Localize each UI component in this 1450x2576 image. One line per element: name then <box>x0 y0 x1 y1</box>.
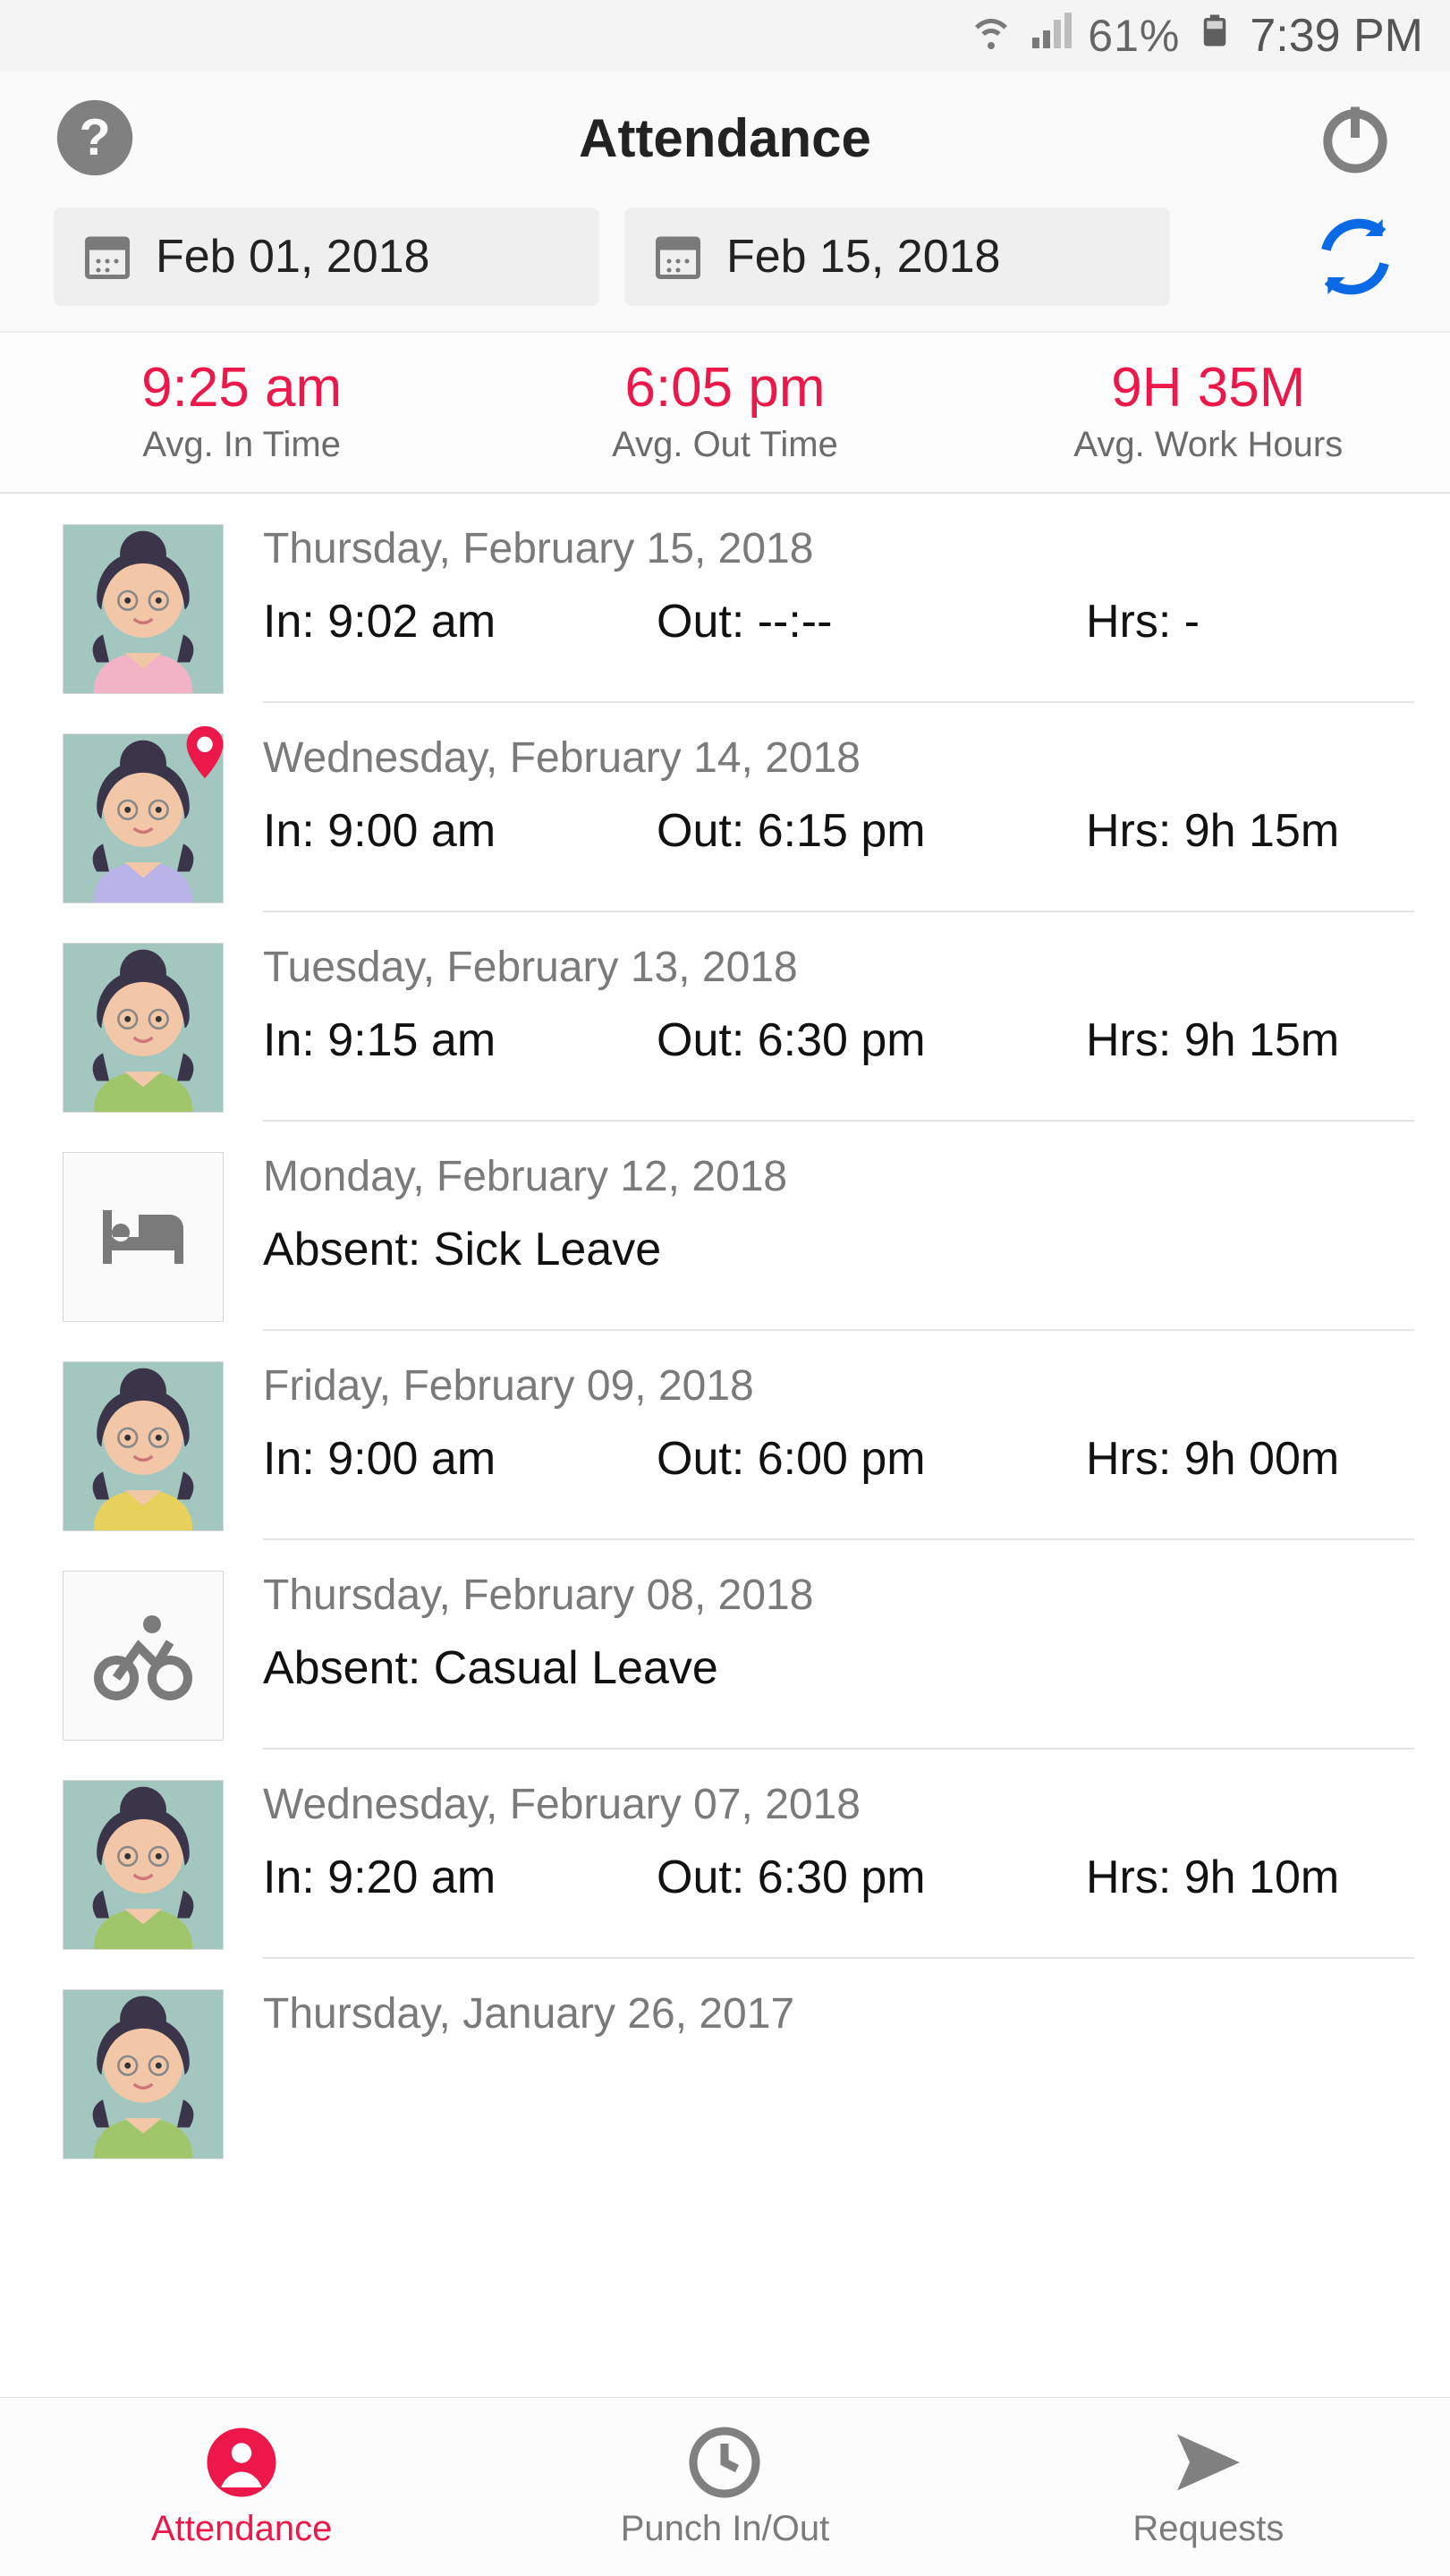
calendar-icon <box>651 230 705 284</box>
row-out: Out: 6:30 pm <box>657 1013 1086 1067</box>
row-in: In: 9:20 am <box>263 1851 657 1904</box>
row-absent: Absent: Casual Leave <box>263 1641 1414 1695</box>
row-date: Wednesday, February 07, 2018 <box>263 1780 1414 1829</box>
stat-value: 6:05 pm <box>492 356 957 419</box>
app-header: ? Attendance Feb 01, 2018 Feb 15, 2018 <box>0 72 1450 332</box>
attendance-row[interactable]: Thursday, February 15, 2018 In: 9:02 am … <box>0 494 1450 703</box>
attendance-row[interactable]: Monday, February 12, 2018 Absent: Sick L… <box>0 1122 1450 1331</box>
send-icon <box>1171 2425 1246 2500</box>
stat-avg-hours: 9H 35M Avg. Work Hours <box>967 333 1450 492</box>
row-hrs: Hrs: - <box>1086 595 1200 648</box>
person-icon <box>204 2425 279 2500</box>
avatar <box>63 943 224 1113</box>
battery-text: 61% <box>1088 10 1180 62</box>
stat-avg-out: 6:05 pm Avg. Out Time <box>483 333 966 492</box>
row-out: Out: 6:00 pm <box>657 1432 1086 1486</box>
stat-label: Avg. Out Time <box>492 425 957 465</box>
wifi-icon <box>970 9 1013 63</box>
date-range-row: Feb 01, 2018 Feb 15, 2018 <box>0 197 1450 331</box>
row-hrs: Hrs: 9h 15m <box>1086 1013 1339 1067</box>
page-title: Attendance <box>136 107 1314 169</box>
stat-label: Avg. Work Hours <box>976 425 1441 465</box>
row-out: Out: 6:15 pm <box>657 804 1086 858</box>
logout-button[interactable] <box>1314 97 1396 179</box>
row-date: Tuesday, February 13, 2018 <box>263 943 1414 992</box>
date-to-label: Feb 15, 2018 <box>726 230 1000 284</box>
stat-label: Avg. In Time <box>9 425 474 465</box>
signal-icon <box>1029 9 1072 63</box>
tab-label: Punch In/Out <box>621 2509 829 2549</box>
row-hrs: Hrs: 9h 00m <box>1086 1432 1339 1486</box>
row-absent: Absent: Sick Leave <box>263 1223 1414 1276</box>
row-date: Thursday, January 26, 2017 <box>263 1989 1414 2038</box>
attendance-list[interactable]: Thursday, February 15, 2018 In: 9:02 am … <box>0 494 1450 2571</box>
help-button[interactable]: ? <box>54 97 136 179</box>
tab-punch[interactable]: Punch In/Out <box>483 2398 966 2576</box>
stats-row: 9:25 am Avg. In Time 6:05 pm Avg. Out Ti… <box>0 332 1450 494</box>
row-in: In: 9:02 am <box>263 595 657 648</box>
row-in: In: 9:15 am <box>263 1013 657 1067</box>
row-out: Out: --:-- <box>657 595 1086 648</box>
avatar <box>63 1361 224 1531</box>
tab-requests[interactable]: Requests <box>967 2398 1450 2576</box>
battery-icon <box>1196 5 1234 66</box>
row-in: In: 9:00 am <box>263 804 657 858</box>
date-to-picker[interactable]: Feb 15, 2018 <box>624 208 1170 306</box>
svg-text:?: ? <box>79 109 110 166</box>
location-pin-icon <box>174 721 236 784</box>
help-icon: ? <box>54 97 136 179</box>
row-hrs: Hrs: 9h 15m <box>1086 804 1339 858</box>
row-date: Wednesday, February 14, 2018 <box>263 733 1414 783</box>
row-hrs: Hrs: 9h 10m <box>1086 1851 1339 1904</box>
tab-label: Requests <box>1132 2509 1284 2549</box>
attendance-row[interactable]: Tuesday, February 13, 2018 In: 9:15 am O… <box>0 912 1450 1122</box>
avatar <box>63 524 224 694</box>
power-icon <box>1314 97 1396 179</box>
attendance-row[interactable]: Wednesday, February 14, 2018 In: 9:00 am… <box>0 703 1450 912</box>
row-date: Thursday, February 08, 2018 <box>263 1571 1414 1620</box>
attendance-row[interactable]: Friday, February 09, 2018 In: 9:00 am Ou… <box>0 1331 1450 1540</box>
row-date: Thursday, February 15, 2018 <box>263 524 1414 573</box>
android-status-bar: 61% 7:39 PM <box>0 0 1450 72</box>
attendance-row[interactable]: Thursday, February 08, 2018 Absent: Casu… <box>0 1540 1450 1750</box>
bottom-tabs: Attendance Punch In/Out Requests <box>0 2397 1450 2576</box>
date-from-label: Feb 01, 2018 <box>156 230 429 284</box>
tab-attendance[interactable]: Attendance <box>0 2398 483 2576</box>
attendance-row[interactable]: Wednesday, February 07, 2018 In: 9:20 am… <box>0 1750 1450 1959</box>
bed-icon <box>63 1152 224 1322</box>
refresh-icon <box>1314 216 1396 298</box>
bike-icon <box>63 1571 224 1741</box>
row-date: Monday, February 12, 2018 <box>263 1152 1414 1201</box>
date-from-picker[interactable]: Feb 01, 2018 <box>54 208 599 306</box>
row-in: In: 9:00 am <box>263 1432 657 1486</box>
avatar <box>63 1780 224 1950</box>
calendar-icon <box>81 230 134 284</box>
stat-value: 9H 35M <box>976 356 1441 419</box>
avatar <box>63 1989 224 2159</box>
tab-label: Attendance <box>151 2509 332 2549</box>
stat-avg-in: 9:25 am Avg. In Time <box>0 333 483 492</box>
refresh-button[interactable] <box>1314 216 1396 298</box>
clock-text: 7:39 PM <box>1250 9 1423 63</box>
row-date: Friday, February 09, 2018 <box>263 1361 1414 1411</box>
stat-value: 9:25 am <box>9 356 474 419</box>
row-out: Out: 6:30 pm <box>657 1851 1086 1904</box>
attendance-row[interactable]: Thursday, January 26, 2017 <box>0 1959 1450 2168</box>
clock-icon <box>687 2425 762 2500</box>
